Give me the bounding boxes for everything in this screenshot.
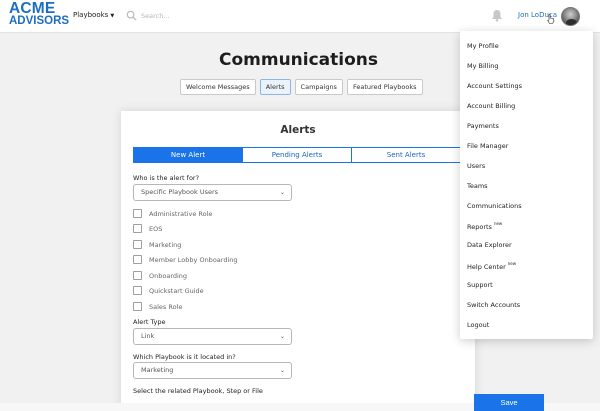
role-checkbox-row[interactable]: Quickstart Guide <box>133 286 204 295</box>
chevron-down-icon: ⌄ <box>279 367 285 374</box>
new-badge: new <box>507 261 517 266</box>
menu-item-help-center-label: Help Center <box>467 263 506 271</box>
tab-campaigns[interactable]: Campaigns <box>294 79 343 95</box>
save-button[interactable]: Save <box>474 394 544 411</box>
role-checkbox-row[interactable]: EOS <box>133 224 162 233</box>
playbook-label: Which Playbook is it located in? <box>133 353 236 361</box>
menu-item-account-settings[interactable]: Account Settings <box>467 82 522 90</box>
role-checkbox[interactable] <box>133 240 142 249</box>
menu-item-file-manager[interactable]: File Manager <box>467 142 508 150</box>
menu-item-data-explorer[interactable]: Data Explorer <box>467 241 512 249</box>
role-checkbox[interactable] <box>133 209 142 218</box>
role-checkbox[interactable] <box>133 286 142 295</box>
segment-pending-alerts[interactable]: Pending Alerts <box>243 148 352 162</box>
menu-item-switch-accounts[interactable]: Switch Accounts <box>467 301 520 309</box>
bell-icon[interactable] <box>491 9 503 22</box>
alerts-card: Alerts New Alert Pending Alerts Sent Ale… <box>121 111 475 411</box>
role-label: Administrative Role <box>149 209 213 218</box>
playbook-select-value: Marketing <box>141 366 174 374</box>
search-icon[interactable] <box>126 10 137 21</box>
tab-alerts[interactable]: Alerts <box>259 79 291 95</box>
alert-type-value: Link <box>141 332 155 340</box>
menu-item-communications[interactable]: Communications <box>467 202 522 210</box>
role-checkbox-row[interactable]: Sales Role <box>133 302 182 311</box>
chevron-down-icon: ⌄ <box>279 189 285 196</box>
alert-type-label: Alert Type <box>133 318 166 326</box>
role-label: Member Lobby Onboarding <box>149 255 238 264</box>
tab-featured-playbooks[interactable]: Featured Playbooks <box>346 79 423 95</box>
who-select[interactable]: Specific Playbook Users ⌄ <box>133 184 292 201</box>
caret-down-icon: ▼ <box>110 13 115 19</box>
role-label: Onboarding <box>149 271 188 280</box>
logo-line-1: ACME <box>9 0 56 17</box>
menu-item-help-center[interactable]: Help Center new <box>467 261 516 271</box>
top-bar: ACME ADVISORS Playbooks▼ Jon LoDuca <box>0 0 600 33</box>
communications-tabs: Welcome Messages Alerts Campaigns Featur… <box>180 79 423 95</box>
menu-item-my-profile[interactable]: My Profile <box>467 42 499 50</box>
menu-item-support[interactable]: Support <box>467 281 493 289</box>
user-avatar[interactable] <box>561 7 580 26</box>
role-checkbox[interactable] <box>133 224 142 233</box>
menu-item-users[interactable]: Users <box>467 162 485 170</box>
search-input[interactable] <box>141 9 231 23</box>
role-checkbox[interactable] <box>133 255 142 264</box>
playbooks-nav-label: Playbooks <box>73 11 109 19</box>
menu-item-account-billing[interactable]: Account Billing <box>467 102 515 110</box>
menu-item-teams[interactable]: Teams <box>467 182 488 190</box>
role-label: EOS <box>149 224 163 233</box>
menu-item-logout[interactable]: Logout <box>467 321 489 329</box>
segment-new-alert[interactable]: New Alert <box>134 148 243 162</box>
menu-item-reports-label: Reports <box>467 223 492 231</box>
role-checkbox[interactable] <box>133 271 142 280</box>
role-label: Marketing <box>149 240 182 249</box>
related-label: Select the related Playbook, Step or Fil… <box>133 387 263 395</box>
alerts-card-title: Alerts <box>280 124 316 136</box>
who-label: Who is the alert for? <box>133 174 200 182</box>
menu-item-payments[interactable]: Payments <box>467 122 499 130</box>
alert-segmented-control: New Alert Pending Alerts Sent Alerts <box>133 147 461 163</box>
role-label: Quickstart Guide <box>149 286 204 295</box>
acme-logo[interactable]: ACME ADVISORS <box>9 0 70 27</box>
role-checkbox-row[interactable]: Administrative Role <box>133 209 212 218</box>
tab-welcome-messages[interactable]: Welcome Messages <box>180 79 256 95</box>
who-select-value: Specific Playbook Users <box>141 188 219 196</box>
role-label: Sales Role <box>149 302 183 311</box>
menu-item-reports[interactable]: Reports new <box>467 221 502 231</box>
account-dropdown-menu: My Profile My Billing Account Settings A… <box>460 31 593 339</box>
role-checkbox-row[interactable]: Member Lobby Onboarding <box>133 255 238 264</box>
role-checkbox[interactable] <box>133 302 142 311</box>
role-checkbox-row[interactable]: Marketing <box>133 240 181 249</box>
menu-item-my-billing[interactable]: My Billing <box>467 62 498 70</box>
hand-cursor-icon <box>547 14 555 24</box>
logo-line-2: ADVISORS <box>9 15 70 27</box>
playbook-select[interactable]: Marketing ⌄ <box>133 362 292 379</box>
role-checkbox-row[interactable]: Onboarding <box>133 271 187 280</box>
new-badge: new <box>493 221 503 226</box>
playbooks-nav-dropdown[interactable]: Playbooks ▼ <box>73 11 114 19</box>
alert-type-select[interactable]: Link ⌄ <box>133 328 292 345</box>
chevron-down-icon: ⌄ <box>279 333 285 340</box>
segment-sent-alerts[interactable]: Sent Alerts <box>352 148 460 162</box>
